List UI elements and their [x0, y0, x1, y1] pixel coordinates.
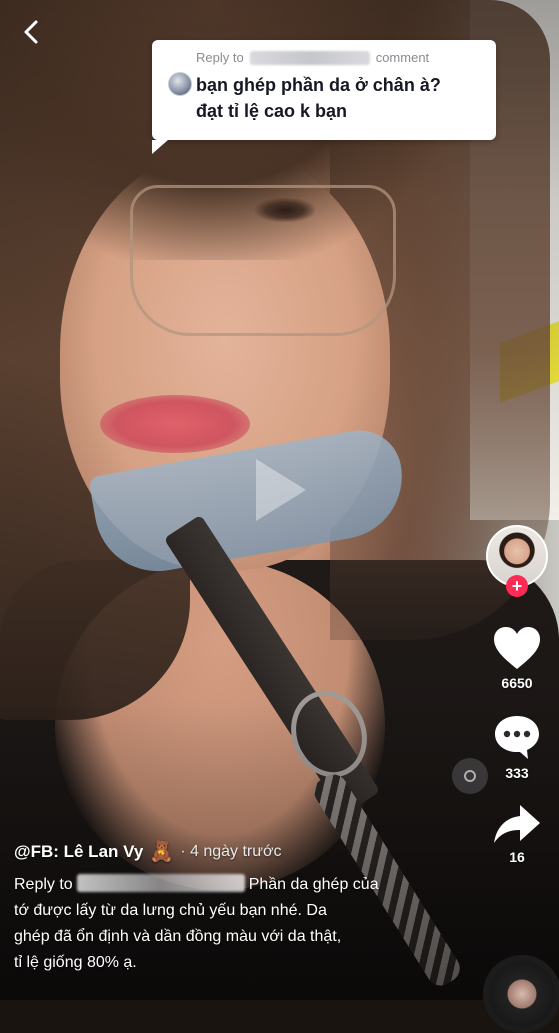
- caption-line-3: ghép đã ổn định và dần đồng màu với da t…: [14, 928, 342, 945]
- blurred-username: [249, 50, 370, 65]
- creator-avatar-wrap[interactable]: +: [486, 525, 548, 597]
- like-button[interactable]: 6650: [492, 625, 542, 691]
- reply-comment-line-2: đạt tỉ lệ cao k bạn: [196, 101, 348, 121]
- follow-button[interactable]: +: [506, 575, 528, 597]
- creator-username[interactable]: @FB: Lê Lan Vy: [14, 842, 143, 862]
- reply-header: Reply to comment: [196, 50, 429, 65]
- caption-reply-prefix: Reply to: [14, 876, 73, 893]
- reply-comment-line-1: bạn ghép phần da ở chân à?: [196, 75, 441, 95]
- music-disc-icon[interactable]: [483, 955, 559, 1033]
- comment-button[interactable]: 333: [492, 713, 542, 781]
- caption-header: @FB: Lê Lan Vy 🧸 · 4 ngày trước: [14, 842, 469, 862]
- comment-count: 333: [505, 765, 529, 781]
- share-button[interactable]: 16: [492, 803, 542, 865]
- teddy-bear-icon: 🧸: [149, 841, 175, 863]
- share-arrow-icon: [494, 805, 540, 843]
- back-chevron-icon: [24, 20, 38, 44]
- caption-line-1: Reply to Phần da ghép của: [14, 872, 469, 898]
- caption-text: Reply to Phần da ghép của tớ được lấy từ …: [14, 872, 469, 976]
- post-time: · 4 ngày trước: [180, 843, 282, 860]
- share-count: 16: [509, 849, 525, 865]
- caption-line-1-text: Phần da ghép của: [248, 876, 379, 893]
- heart-icon: [494, 627, 540, 669]
- overlay-button[interactable]: [452, 758, 488, 794]
- video-caption: @FB: Lê Lan Vy 🧸 · 4 ngày trước Reply to…: [14, 842, 469, 976]
- caption-line-4: tỉ lệ giống 80% ạ.: [14, 954, 137, 971]
- play-icon[interactable]: [252, 455, 310, 525]
- blurred-reply-username: [76, 874, 245, 892]
- reply-comment-text: bạn ghép phần da ở chân à? đạt tỉ lệ cao…: [196, 72, 486, 124]
- reply-suffix: comment: [375, 50, 430, 65]
- like-count: 6650: [501, 675, 533, 691]
- action-rail: + 6650 333 16: [485, 525, 549, 887]
- reply-comment-card[interactable]: Reply to comment bạn ghép phần da ở chân…: [152, 40, 496, 154]
- overlay-icon: [464, 770, 476, 782]
- caption-line-2: tớ được lấy từ da lưng chủ yếu bạn nhé. …: [14, 902, 327, 919]
- reply-prefix: Reply to: [196, 50, 244, 65]
- commenter-avatar: [168, 72, 192, 96]
- comment-bubble-icon: [495, 716, 539, 759]
- back-button[interactable]: [14, 14, 50, 50]
